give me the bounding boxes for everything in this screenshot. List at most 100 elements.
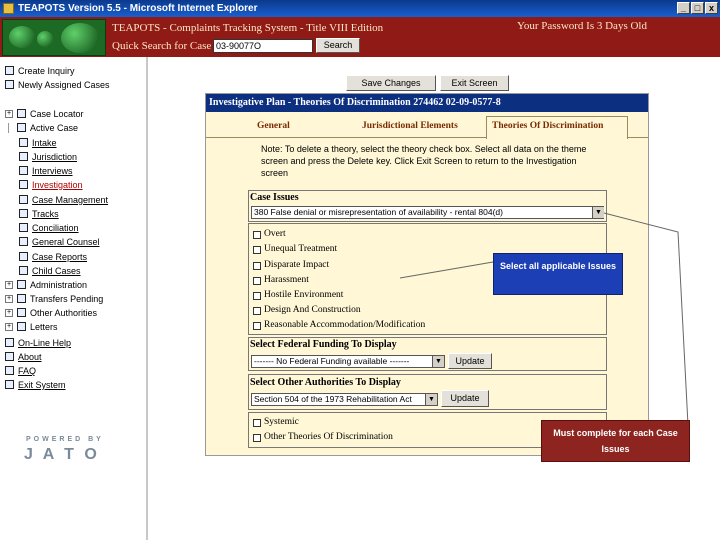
nav-letters[interactable]: Letters <box>30 322 58 333</box>
search-button[interactable]: Search <box>316 38 360 53</box>
powered-by-label: POWERED BY <box>26 436 104 443</box>
nav-conciliation[interactable]: Conciliation <box>32 223 79 234</box>
nav-transfers-pending[interactable]: Transfers Pending <box>30 294 103 305</box>
password-notice: Your Password Is 3 Days Old <box>517 20 647 32</box>
page-icon <box>19 237 28 246</box>
nav-faq[interactable]: FAQ <box>18 366 36 377</box>
page-icon <box>19 252 28 261</box>
app-window: TEAPOTS Version 5.5 - Microsoft Internet… <box>0 0 720 540</box>
other-authorities-select[interactable]: Section 504 of the 1973 Rehabilitation A… <box>251 393 438 406</box>
callout-must-complete: Must complete for each Case Issues <box>541 420 690 462</box>
nav-active-case[interactable]: Active Case <box>30 123 78 134</box>
checkbox-label: Hostile Environment <box>264 290 344 300</box>
checkbox-label: Systemic <box>264 417 299 427</box>
teapot-icon <box>9 26 35 48</box>
checkbox-reasonable-accommodation[interactable] <box>253 322 261 330</box>
nav-create-inquiry[interactable]: Create Inquiry <box>18 66 75 77</box>
panel-title-bar: Investigative Plan - Theories Of Discrim… <box>206 94 648 112</box>
checkbox-design-and-construction[interactable] <box>253 307 261 315</box>
cases-icon <box>5 80 14 89</box>
window-title-bar: TEAPOTS Version 5.5 - Microsoft Internet… <box>0 0 720 17</box>
help-icon <box>5 338 14 347</box>
ie-icon <box>3 3 14 14</box>
page-icon <box>19 138 28 147</box>
minimize-button[interactable]: _ <box>677 2 690 14</box>
quick-search-label: Quick Search for Case <box>112 40 212 52</box>
nav-administration[interactable]: Administration <box>30 280 87 291</box>
dropdown-arrow-icon[interactable]: ▼ <box>425 394 437 405</box>
callout-select-issues: Select all applicable Issues <box>493 253 623 295</box>
nav-about[interactable]: About <box>18 352 42 363</box>
nav-online-help[interactable]: On-Line Help <box>18 338 71 349</box>
page-icon <box>19 223 28 232</box>
page-icon <box>19 195 28 204</box>
funding-update-button[interactable]: Update <box>448 353 492 369</box>
checkbox-hostile-environment[interactable] <box>253 292 261 300</box>
save-changes-button[interactable]: Save Changes <box>346 75 436 91</box>
nav-investigation[interactable]: Investigation <box>32 180 83 191</box>
expand-icon[interactable]: + <box>5 323 13 331</box>
case-issues-select[interactable]: 380 False denial or misrepresentation of… <box>251 206 604 219</box>
nav-case-reports[interactable]: Case Reports <box>32 252 87 263</box>
close-button[interactable]: x <box>705 2 718 14</box>
tab-jurisdictional-elements[interactable]: Jurisdictional Elements <box>362 121 458 131</box>
checkbox-label: Other Theories Of Discrimination <box>264 432 393 442</box>
nav-tracks[interactable]: Tracks <box>32 209 59 220</box>
nav-other-authorities[interactable]: Other Authorities <box>30 308 97 319</box>
checkbox-label: Harassment <box>264 275 309 285</box>
nav-interviews[interactable]: Interviews <box>32 166 73 177</box>
checkbox-disparate-impact[interactable] <box>253 262 261 270</box>
tab-theories-of-discrimination[interactable]: Theories Of Discrimination <box>492 121 603 131</box>
checkbox-label: Reasonable Accommodation/Modification <box>264 320 426 330</box>
other-authorities-label: Select Other Authorities To Display <box>250 377 401 388</box>
tab-general[interactable]: General <box>257 121 290 131</box>
folder-icon <box>17 280 26 289</box>
teapot-logo <box>2 19 106 56</box>
nav-newly-assigned-cases[interactable]: Newly Assigned Cases <box>18 80 110 91</box>
folder-icon <box>17 308 26 317</box>
expand-icon[interactable]: + <box>5 281 13 289</box>
nav-jurisdiction[interactable]: Jurisdiction <box>32 152 77 163</box>
page-icon <box>19 266 28 275</box>
page-icon <box>19 180 28 189</box>
maximize-button[interactable]: □ <box>691 2 704 14</box>
cup-icon <box>37 31 53 47</box>
quick-search-input[interactable]: 03-90077O <box>213 39 313 53</box>
folder-icon <box>17 294 26 303</box>
instruction-note: Note: To delete a theory, select the the… <box>261 144 587 178</box>
dropdown-arrow-icon[interactable]: ▼ <box>432 356 444 367</box>
checkbox-overt[interactable] <box>253 231 261 239</box>
page-icon <box>19 209 28 218</box>
inquiry-icon <box>5 66 14 75</box>
checkbox-label: Unequal Treatment <box>264 244 338 254</box>
federal-funding-value: ------- No Federal Funding available ---… <box>254 356 410 366</box>
kettle-icon <box>61 23 99 53</box>
expand-icon[interactable]: + <box>5 110 13 118</box>
checkbox-other-theories[interactable] <box>253 434 261 442</box>
window-title: TEAPOTS Version 5.5 - Microsoft Internet… <box>18 3 258 14</box>
nav-intake[interactable]: Intake <box>32 138 57 149</box>
nav-general-counsel[interactable]: General Counsel <box>32 237 100 248</box>
checkbox-label: Disparate Impact <box>264 260 330 270</box>
nav-exit-system[interactable]: Exit System <box>18 380 66 391</box>
federal-funding-label: Select Federal Funding To Display <box>250 339 397 350</box>
case-issues-label: Case Issues <box>250 192 299 203</box>
about-icon <box>5 352 14 361</box>
nav-case-management[interactable]: Case Management <box>32 195 108 206</box>
page-icon <box>19 152 28 161</box>
checkbox-unequal-treatment[interactable] <box>253 246 261 254</box>
other-authorities-value: Section 504 of the 1973 Rehabilitation A… <box>254 394 412 404</box>
checkbox-systemic[interactable] <box>253 419 261 427</box>
authorities-update-button[interactable]: Update <box>441 390 489 407</box>
expand-icon[interactable]: + <box>5 295 13 303</box>
case-issues-value: 380 False denial or misrepresentation of… <box>254 207 503 217</box>
expand-icon[interactable]: + <box>5 309 13 317</box>
exit-screen-button[interactable]: Exit Screen <box>440 75 509 91</box>
nav-case-locator[interactable]: Case Locator <box>30 109 84 120</box>
checkbox-label: Overt <box>264 229 286 239</box>
dropdown-arrow-icon[interactable]: ▼ <box>592 207 604 218</box>
jato-logo: J A T O <box>24 446 100 463</box>
checkbox-harassment[interactable] <box>253 277 261 285</box>
nav-child-cases[interactable]: Child Cases <box>32 266 81 277</box>
federal-funding-select[interactable]: ------- No Federal Funding available ---… <box>251 355 445 368</box>
